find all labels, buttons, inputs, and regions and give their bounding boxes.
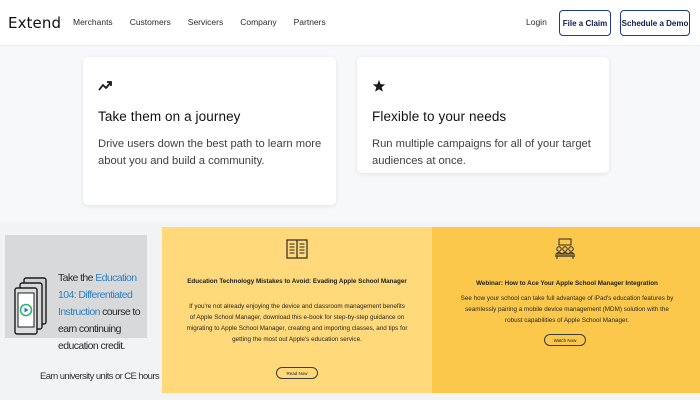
extend-logo[interactable]: Extend [8,14,61,32]
main-nav: Merchants Customers Servicers Company Pa… [73,17,343,27]
panel-description: If you're not already enjoying the devic… [186,303,408,343]
panel-description: See how your school can take full advant… [460,295,674,324]
panel-title: Education Technology Mistakes to Avoid: … [187,278,407,285]
resource-panel-webinar: Webinar: How to Ace Your Apple School Ma… [432,227,700,393]
promo-credits: Earn university units or CE hours [40,371,160,382]
nav-item-customers[interactable]: Customers [130,17,171,27]
feature-description: Drive users down the best path to learn … [98,138,322,167]
panel-title: Webinar: How to Ace Your Apple School Ma… [476,280,658,287]
promo-prefix: Take the [58,272,96,284]
nav-item-merchants[interactable]: Merchants [73,17,113,27]
classroom-icon [554,238,576,259]
login-link[interactable]: Login [526,17,547,27]
nav-item-partners[interactable]: Partners [294,17,326,27]
top-navigation-bar: Extend Merchants Customers Servicers Com… [0,0,700,46]
feature-title: Take them on a journey [98,109,241,124]
file-claim-button[interactable]: File a Claim [559,10,611,36]
nav-item-servicers[interactable]: Servicers [188,17,223,27]
trending-up-icon [98,81,112,91]
read-now-button[interactable]: Read Now [276,367,318,379]
resource-panel-ebook: Education Technology Mistakes to Avoid: … [162,227,432,393]
schedule-demo-button[interactable]: Schedule a Demo [620,10,690,36]
nav-item-company[interactable]: Company [240,17,276,27]
feature-card-flexible: Flexible to your needs Run multiple camp… [357,57,609,173]
video-device-icon [14,277,47,335]
course-promo-text: Take the Education 104: Differentiated I… [58,270,146,355]
watch-now-button[interactable]: Watch Now [544,334,586,346]
feature-title: Flexible to your needs [372,109,507,124]
feature-description: Run multiple campaigns for all of your t… [372,138,591,167]
star-icon [372,80,386,92]
feature-card-journey: Take them on a journey Drive users down … [83,57,336,205]
book-icon [286,239,308,259]
